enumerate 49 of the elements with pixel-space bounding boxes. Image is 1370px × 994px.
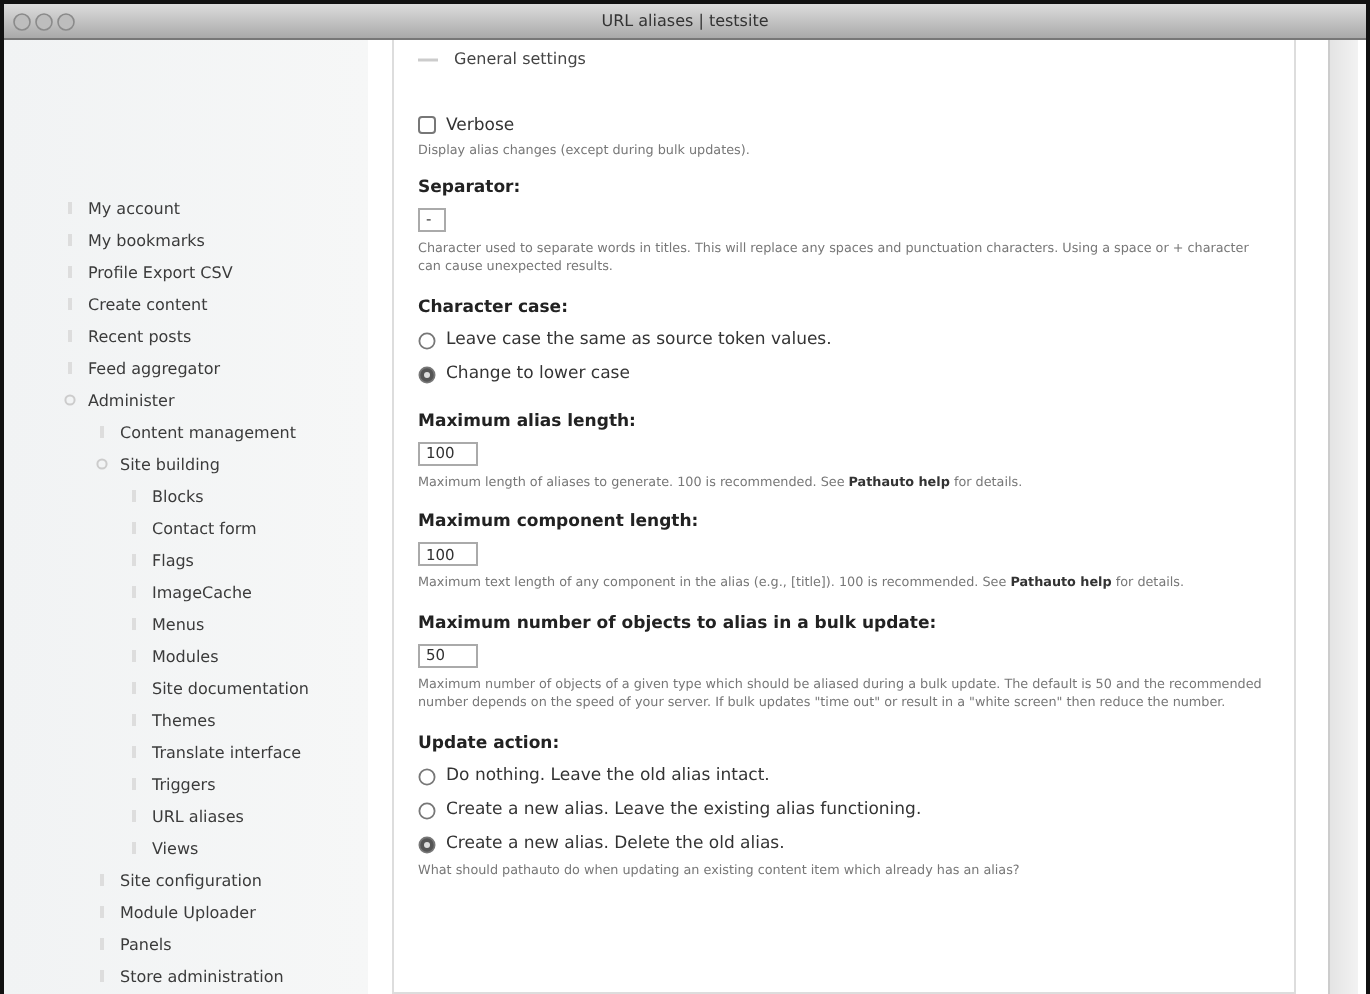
fieldset-legend[interactable]: General settings [454, 50, 586, 68]
sidebar-link[interactable]: Feed aggregator [88, 359, 221, 377]
radio-label: Create a new alias. Leave the existing alias functioning. [446, 800, 922, 820]
sidebar-link[interactable]: Store administration [120, 967, 284, 985]
sidebar-link[interactable]: Site building [120, 455, 220, 473]
sidebar-link[interactable]: Triggers [152, 775, 216, 793]
radio-label: Create a new alias. Delete the old alias. [446, 834, 785, 854]
sidebar-link[interactable]: Recent posts [88, 327, 192, 345]
sidebar-link[interactable]: Themes [152, 711, 216, 729]
sidebar-link[interactable]: Administer [88, 391, 175, 409]
radio-icon[interactable] [418, 767, 436, 785]
sidebar-link[interactable]: My account [88, 199, 181, 217]
checkbox-label: Verbose [446, 115, 515, 135]
sidebar-link[interactable]: URL aliases [152, 807, 244, 825]
field-label: Maximum number of objects to alias in a bulk update: [418, 613, 939, 633]
collapse-toggle-icon[interactable] [418, 53, 438, 65]
radio-label: Do nothing. Leave the old alias intact. [446, 766, 770, 786]
field-label: Update action: [418, 733, 562, 753]
window-title: URL aliases | testsite [599, 12, 771, 30]
expanded-marker-icon [96, 458, 108, 470]
sidebar-link[interactable]: Create content [88, 295, 208, 313]
field-label: Character case: [418, 297, 570, 317]
radio-label: Change to lower case [446, 364, 630, 384]
radio-selected-icon[interactable] [418, 365, 436, 383]
sidebar-link[interactable]: Flags [152, 551, 194, 569]
sidebar-link[interactable]: Profile Export CSV [88, 263, 233, 281]
sidebar-link[interactable]: Site documentation [152, 679, 309, 697]
sidebar-link[interactable]: Menus [152, 615, 205, 633]
radio-label: Leave case the same as source token values. [446, 330, 832, 350]
sidebar-link[interactable]: Module Uploader [120, 903, 256, 921]
sidebar-link[interactable]: Contact form [152, 519, 257, 537]
sidebar-link[interactable]: Content management [120, 423, 296, 441]
field-label: Separator: [418, 177, 523, 197]
sidebar-link[interactable]: My bookmarks [88, 231, 205, 249]
sidebar-link[interactable]: Views [152, 839, 199, 857]
field-label: Maximum component length: [418, 512, 701, 532]
radio-selected-icon[interactable] [418, 835, 436, 853]
checkbox-icon[interactable] [418, 116, 436, 134]
sidebar-link[interactable]: Modules [152, 647, 219, 665]
sidebar-link[interactable]: Translate interface [152, 743, 302, 761]
window-buttons-icon[interactable] [12, 11, 76, 31]
sidebar-link[interactable]: ImageCache [152, 583, 252, 601]
expanded-marker-icon [64, 394, 76, 406]
radio-icon[interactable] [418, 801, 436, 819]
sidebar-link[interactable]: Panels [120, 935, 172, 953]
sidebar-link[interactable]: Blocks [152, 487, 204, 505]
sidebar-link[interactable]: Site configuration [120, 871, 262, 889]
radio-icon[interactable] [418, 331, 436, 349]
field-label: Maximum alias length: [418, 411, 638, 431]
